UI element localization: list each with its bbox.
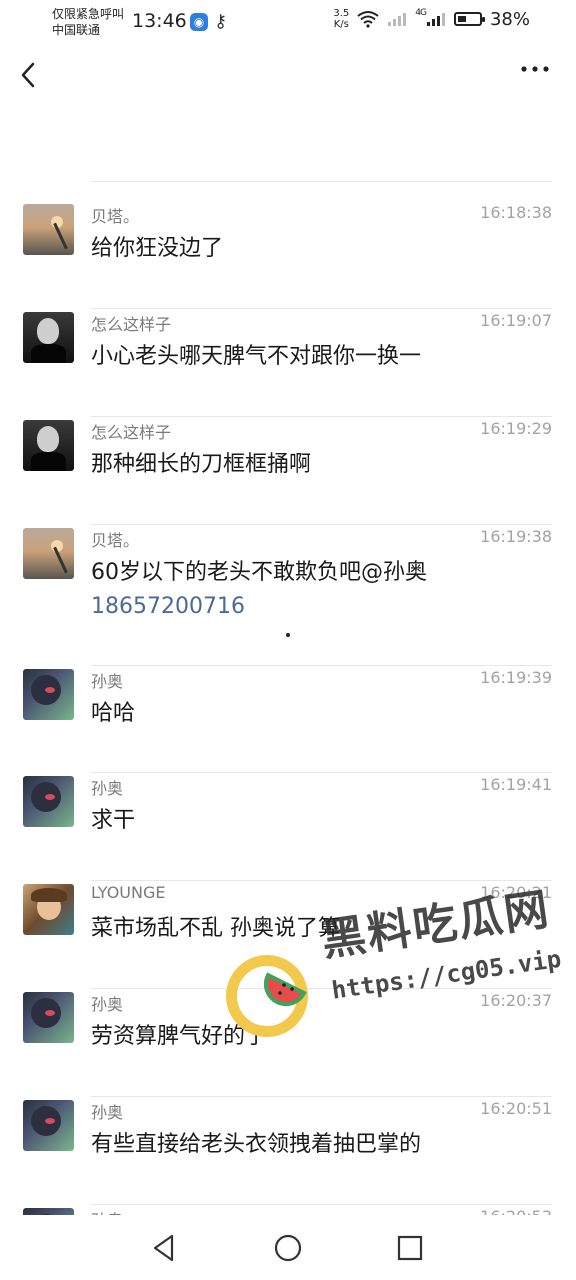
message-item[interactable]: 怎么这样子 16:19:29 那种细长的刀框框捅啊 [0,417,576,525]
carrier-line-1: 仅限紧急呼叫 [52,7,125,21]
sender-name: LYOUNGE [91,883,166,902]
sender-name: 贝塔。 [91,531,140,550]
notification-app-icon: ◉ [190,12,208,31]
signal-strong-icon [426,13,445,26]
avatar[interactable] [23,884,74,935]
status-bar: 仅限紧急呼叫 中国联通 13:46 ◉ ⚷ 3.5 K/s 4G 38% [0,0,576,44]
message-text[interactable]: 有些直接给老头衣领拽着抽巴掌的 [91,1129,421,1161]
message-list[interactable]: 贝塔。16:18:35太狂了贝塔。 16:18:38 给你狂没边了怎么这样子 16:1… [0,110,576,1215]
message-text-content: 给你狂没边了 [91,236,224,261]
sender-name: 孙奥 [91,672,124,691]
message-text[interactable]: 60岁以下的老头不敢欺负吧@孙奥 [91,557,427,589]
avatar[interactable] [23,1208,74,1215]
sender-name: 孙奥 [91,995,124,1014]
sender-name: 孙奥 [91,1103,124,1122]
battery-icon [453,12,485,26]
message-item[interactable]: 贝塔。 16:18:38 给你狂没边了 [0,201,576,309]
system-nav-bar [0,1215,576,1280]
clock: 13:46 [132,10,187,32]
message-text[interactable]: 求干 [91,805,135,837]
message-item[interactable]: 孙奥 16:20:53 [0,1205,576,1215]
battery-percent: 38% [489,8,530,30]
carrier-line-2: 中国联通 [52,23,101,37]
message-text[interactable]: 菜市场乱不乱 孙奥说了算 [91,913,340,945]
avatar[interactable] [23,669,74,720]
avatar[interactable] [23,204,74,255]
signal-weak-icon [388,13,407,26]
wifi-icon [357,11,379,28]
message-time: 16:20:21 [480,883,552,902]
back-arrow-icon[interactable] [18,60,38,90]
message-item[interactable]: 贝塔。 16:19:38 60岁以下的老头不敢欺负吧@孙奥 18657200716 [0,525,576,666]
sender-name: 贝塔。 [91,207,140,226]
message-item[interactable]: LYOUNGE 16:20:21 菜市场乱不乱 孙奥说了算 [0,881,576,989]
message-time: 16:19:39 [480,668,552,687]
sender-name: 孙奥 [91,1207,123,1215]
message-text[interactable]: 劳资算脾气好的了 [91,1021,267,1053]
status-icons-right: 3.5 K/s 4G 38% [333,8,530,30]
message-time: 16:20:53 [480,1207,552,1215]
message-text-content: 有些直接给老头衣领拽着抽巴掌的 [91,1132,422,1157]
network-type: 4G [415,8,427,18]
avatar[interactable] [23,1100,74,1151]
nav-back-icon[interactable] [148,1231,182,1265]
carrier-info: 仅限紧急呼叫 中国联通 [52,6,124,38]
nav-recents-icon[interactable] [393,1231,427,1265]
sender-name: 怎么这样子 [91,423,172,442]
avatar[interactable] [23,776,74,827]
message-text-content: 菜市场乱不乱 孙奥说了算 [91,916,340,941]
message-time: 16:20:51 [480,1099,552,1118]
message-item[interactable]: 贝塔。16:18:35太狂了 [0,110,576,182]
message-time: 16:19:07 [480,311,552,330]
divider [91,181,552,182]
more-dots-icon[interactable] [520,64,550,74]
message-text-content: 60岁以下的老头不敢欺负吧@孙奥 [91,560,427,585]
message-item[interactable]: 怎么这样子 16:19:07 小心老头哪天脾气不对跟你一换一 [0,309,576,417]
status-icons-left: ◉ ⚷ [190,11,227,32]
top-bar [0,44,576,110]
message-text[interactable]: 小心老头哪天脾气不对跟你一换一 [91,341,421,373]
sender-name: 孙奥 [91,779,124,798]
message-time: 16:19:38 [480,527,552,546]
message-text-content: 哈哈 [91,701,136,726]
message-time: 16:19:41 [480,775,552,794]
message-time: 16:20:37 [480,991,552,1010]
message-text[interactable]: 那种细长的刀框框捅啊 [91,449,311,481]
message-text-content: 小心老头哪天脾气不对跟你一换一 [91,344,422,369]
key-icon: ⚷ [214,11,228,32]
message-text-content: 那种细长的刀框框捅啊 [91,452,312,477]
avatar[interactable] [23,420,74,471]
nav-home-icon[interactable] [271,1231,305,1265]
message-text-content: 求干 [91,808,136,833]
battery-level [457,16,466,22]
network-speed-value: 3.5 [333,8,350,19]
avatar[interactable] [23,312,74,363]
message-text[interactable]: 哈哈 [91,698,135,730]
message-item[interactable]: 孙奥 16:19:41 求干 [0,773,576,881]
message-item[interactable]: 孙奥 16:20:37 劳资算脾气好的了 [0,989,576,1097]
network-speed: 3.5 K/s [333,8,349,30]
avatar[interactable] [23,528,74,579]
message-text-content: 劳资算脾气好的了 [91,1024,268,1049]
scroll-indicator-dot [286,633,290,637]
message-time: 16:18:38 [480,203,552,222]
message-item[interactable]: 孙奥 16:20:51 有些直接给老头衣领拽着抽巴掌的 [0,1097,576,1205]
message-time: 16:19:29 [480,419,552,438]
avatar[interactable] [23,992,74,1043]
message-text[interactable]: 给你狂没边了 [91,233,223,265]
network-speed-unit: K/s [333,19,349,30]
message-item[interactable]: 孙奥 16:19:39 哈哈 [0,666,576,773]
sender-name: 怎么这样子 [91,315,172,334]
phone-number-link[interactable]: 18657200716 [91,591,245,623]
